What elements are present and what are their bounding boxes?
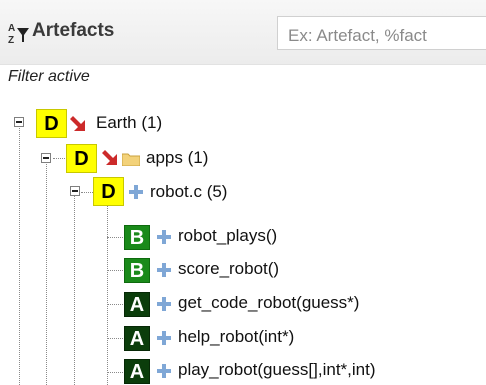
- badge-a: A: [124, 326, 150, 351]
- folder-icon: [122, 153, 140, 166]
- artefact-tree: D Earth (1) D apps (1) D robot.c (5) B r…: [0, 0, 486, 385]
- tree-guide-line: [107, 270, 123, 271]
- collapse-toggle[interactable]: [70, 186, 80, 196]
- tree-node-label[interactable]: robot.c (5): [150, 182, 227, 202]
- tree-node-label[interactable]: get_code_robot(guess*): [178, 293, 359, 313]
- badge-b: B: [124, 225, 150, 250]
- tree-guide-line: [53, 158, 67, 159]
- tree-node-label[interactable]: play_robot(guess[],int*,int): [178, 360, 376, 380]
- badge-d: D: [36, 109, 67, 138]
- tree-guide-line: [46, 160, 47, 385]
- tree-node-label[interactable]: help_robot(int*): [178, 327, 294, 347]
- plus-icon: [157, 230, 171, 244]
- tree-guide-line: [107, 372, 123, 373]
- collapse-toggle[interactable]: [14, 117, 24, 127]
- tree-guide-line: [107, 304, 123, 305]
- tree-guide-line: [107, 338, 123, 339]
- plus-icon: [157, 297, 171, 311]
- tree-node-label[interactable]: robot_plays(): [178, 226, 277, 246]
- plus-icon: [157, 331, 171, 345]
- plus-icon: [157, 364, 171, 378]
- badge-a: A: [124, 292, 150, 317]
- tree-guide-line: [19, 123, 20, 385]
- tree-guide-line: [74, 193, 75, 385]
- plus-icon: [157, 263, 171, 277]
- red-arrow-icon: [102, 150, 117, 165]
- tree-node-label[interactable]: score_robot(): [178, 259, 279, 279]
- tree-node-label[interactable]: apps (1): [146, 148, 208, 168]
- badge-b: B: [124, 258, 150, 283]
- tree-node-label[interactable]: Earth (1): [96, 113, 162, 133]
- plus-icon: [129, 185, 143, 199]
- badge-d: D: [93, 177, 124, 206]
- badge-a: A: [124, 359, 150, 384]
- tree-guide-line: [107, 206, 108, 385]
- collapse-toggle[interactable]: [41, 153, 51, 163]
- red-arrow-icon: [70, 116, 85, 131]
- tree-guide-line: [107, 237, 123, 238]
- badge-d: D: [66, 144, 97, 173]
